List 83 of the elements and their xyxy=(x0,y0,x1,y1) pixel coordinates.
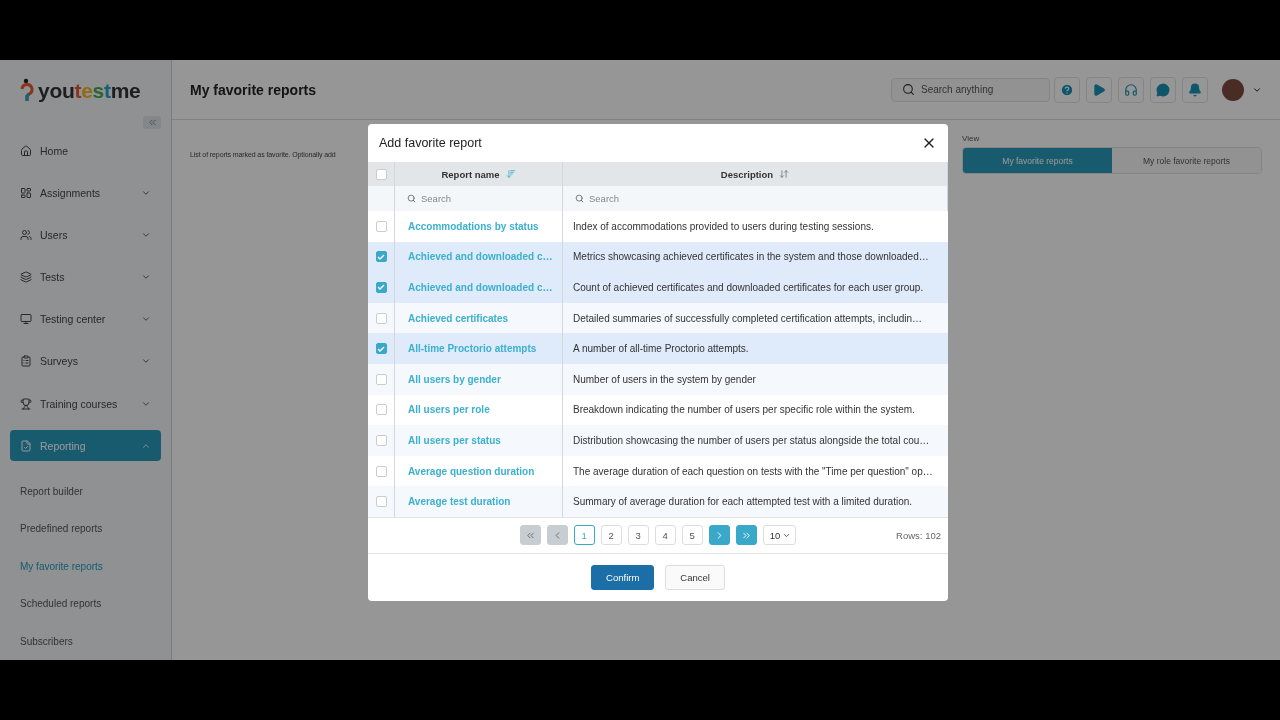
layers-icon xyxy=(20,271,32,284)
row-checkbox[interactable] xyxy=(375,282,387,293)
help-icon xyxy=(1060,82,1074,97)
report-name-link[interactable]: All users per status xyxy=(395,425,563,456)
table-cell: Summary of average duration for each attempted test with a limited duration. xyxy=(563,486,948,517)
sidebar-item[interactable]: Surveys xyxy=(10,346,161,377)
table-cell: Number of users in the system by gender xyxy=(563,363,948,395)
table-cell: Count of achieved certificates and downloaded certificates for each user group. xyxy=(563,272,948,303)
page-button[interactable]: 2 xyxy=(600,525,622,546)
toolbar-button[interactable] xyxy=(1054,76,1080,103)
column-header[interactable]: Report name xyxy=(395,162,563,186)
avatar[interactable] xyxy=(1222,78,1244,101)
table-cell: Distribution showcasing the number of users per status alongside the total cou… xyxy=(563,425,948,456)
next-page-button[interactable] xyxy=(708,525,730,546)
headset-icon xyxy=(1124,82,1138,97)
monitor-icon xyxy=(20,313,32,326)
logo-icon xyxy=(20,77,34,104)
column-search-field[interactable]: Search xyxy=(563,186,948,211)
table-cell: A number of all-time Proctorio attempts. xyxy=(563,333,948,364)
sidebar-item[interactable]: Assignments xyxy=(10,177,161,209)
trophy-icon xyxy=(20,397,32,410)
row-checkbox[interactable] xyxy=(375,220,387,232)
view-label: View xyxy=(962,134,981,143)
users-icon xyxy=(20,228,32,241)
page-button[interactable]: 3 xyxy=(627,525,649,546)
row-checkbox[interactable] xyxy=(375,373,387,385)
select-all-checkbox[interactable] xyxy=(375,168,387,180)
document-check-icon xyxy=(20,439,32,452)
confirm-button[interactable]: Confirm xyxy=(591,564,655,590)
sort-icon[interactable] xyxy=(779,169,790,179)
toolbar-button[interactable] xyxy=(1086,76,1112,103)
report-name-link[interactable]: Achieved certificates xyxy=(395,302,563,334)
row-count: Rows: 102 xyxy=(896,529,941,541)
sort-icon[interactable] xyxy=(505,169,516,179)
cancel-button[interactable]: Cancel xyxy=(665,564,725,590)
row-checkbox[interactable] xyxy=(375,251,387,263)
sidebar-subitem[interactable]: Predefined reports xyxy=(10,510,161,548)
row-checkbox[interactable] xyxy=(375,465,387,477)
sidebar-item[interactable]: Training courses xyxy=(10,388,161,419)
logo-text: youtestme xyxy=(38,78,141,103)
page-button[interactable]: 4 xyxy=(654,525,676,546)
clipboard-icon xyxy=(20,355,32,368)
page-button[interactable]: 1 xyxy=(573,525,595,546)
last-page-button[interactable] xyxy=(735,525,757,546)
sidebar-subitem[interactable]: Scheduled reports xyxy=(10,585,161,623)
sidebar-item[interactable]: Reporting xyxy=(10,430,161,461)
sidebar-subitem[interactable]: My favorite reports xyxy=(10,547,161,585)
play-icon xyxy=(1092,82,1106,97)
row-checkbox[interactable] xyxy=(375,496,387,508)
sidebar-item[interactable]: Home xyxy=(10,135,161,166)
sidebar-item[interactable]: Testing center xyxy=(10,303,161,335)
home-icon xyxy=(20,144,32,157)
sidebar-subitem[interactable]: Subscribers xyxy=(10,622,161,660)
toolbar-button[interactable] xyxy=(1118,76,1144,103)
dialog-title: Add favorite report xyxy=(379,136,482,150)
sidebar-subitem[interactable]: Report builder xyxy=(10,472,161,511)
search-icon xyxy=(575,194,584,203)
table-cell: Detailed summaries of successfully completed certification attempts, includin… xyxy=(563,302,948,334)
table-cell: Metrics showcasing achieved certificates in the system and those downloaded… xyxy=(563,241,948,273)
dashboard-icon xyxy=(20,186,32,199)
row-checkbox[interactable] xyxy=(375,434,387,446)
row-checkbox[interactable] xyxy=(375,343,387,355)
bell-icon xyxy=(1188,82,1202,97)
page-button[interactable]: 5 xyxy=(681,525,703,546)
report-name-link[interactable]: Average test duration xyxy=(395,486,563,517)
sidebar-item[interactable]: Tests xyxy=(10,261,161,293)
collapse-button[interactable] xyxy=(143,115,161,130)
toolbar-button[interactable] xyxy=(1182,76,1208,103)
chat-icon xyxy=(1156,82,1170,97)
row-checkbox[interactable] xyxy=(375,404,387,416)
view-toggle-option[interactable]: My favorite reports xyxy=(963,148,1112,173)
search-icon xyxy=(407,194,416,203)
search-icon xyxy=(902,83,915,96)
page-title: My favorite reports xyxy=(190,81,318,98)
column-header[interactable]: Description xyxy=(563,162,948,186)
view-toggle-option[interactable]: My role favorite reports xyxy=(1112,148,1261,173)
report-name-link[interactable]: All users by gender xyxy=(395,363,563,395)
toolbar-button[interactable] xyxy=(1150,76,1176,103)
column-search-field[interactable]: Search xyxy=(395,186,563,211)
sidebar-item[interactable]: Users xyxy=(10,219,161,251)
page-size-select[interactable]: 10 xyxy=(762,525,797,546)
row-checkbox[interactable] xyxy=(375,312,387,324)
search-field[interactable]: Search anything xyxy=(891,77,1050,102)
